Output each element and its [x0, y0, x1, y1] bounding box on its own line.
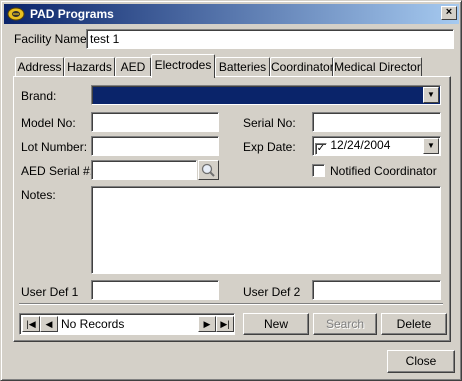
facility-name-field[interactable]: test 1 [86, 29, 454, 49]
user-def-1-label: User Def 1 [21, 285, 79, 299]
model-no-label: Model No: [21, 116, 76, 130]
aed-serial-field[interactable] [91, 160, 197, 180]
chevron-down-icon[interactable]: ▼ [423, 87, 439, 103]
pad-programs-window: PAD Programs × Facility Name: test 1 Add… [0, 0, 462, 381]
close-icon[interactable]: × [441, 6, 457, 20]
brand-select[interactable]: ▼ [91, 85, 441, 105]
search-button[interactable]: Search [313, 313, 377, 335]
notes-label: Notes: [21, 188, 56, 202]
exp-date-checkbox[interactable]: ✓ [315, 143, 327, 155]
tab-medical-director[interactable]: Medical Director [333, 57, 422, 77]
lot-number-label: Lot Number: [21, 140, 88, 154]
user-def-2-label: User Def 2 [243, 285, 301, 299]
tab-aed[interactable]: AED [115, 57, 151, 77]
new-button[interactable]: New [243, 313, 309, 335]
delete-button[interactable]: Delete [381, 313, 447, 335]
model-no-field[interactable] [91, 112, 219, 132]
exp-date-value: 12/24/2004 [330, 138, 391, 152]
tab-electrodes[interactable]: Electrodes [151, 54, 215, 78]
close-button[interactable]: Close [387, 350, 455, 373]
last-record-icon[interactable]: ▶| [216, 316, 234, 332]
chevron-down-icon[interactable]: ▼ [423, 138, 439, 154]
magnifier-icon [201, 163, 215, 177]
facility-name-label: Facility Name: [14, 32, 91, 46]
serial-no-field[interactable] [312, 112, 441, 132]
pad-app-icon [7, 7, 25, 21]
title-bar[interactable]: PAD Programs × [4, 4, 459, 24]
prev-record-icon[interactable]: ◀ [40, 316, 58, 332]
divider [19, 303, 443, 305]
user-def-1-field[interactable] [91, 280, 219, 300]
window-title: PAD Programs [30, 7, 114, 21]
exp-date-picker[interactable]: ✓ 12/24/2004 ▼ [312, 136, 441, 156]
aed-serial-lookup-button[interactable] [198, 160, 219, 180]
notified-coordinator-label: Notified Coordinator [330, 164, 437, 178]
next-record-icon[interactable]: ▶ [198, 316, 216, 332]
tab-address[interactable]: Address [15, 57, 64, 77]
brand-value [92, 86, 95, 100]
lot-number-field[interactable] [91, 136, 219, 156]
exp-date-label: Exp Date: [243, 140, 296, 154]
tab-batteries[interactable]: Batteries [215, 57, 270, 77]
tab-coordinator[interactable]: Coordinator [270, 57, 334, 77]
notified-coordinator-checkbox[interactable] [312, 164, 325, 177]
notes-textarea[interactable] [91, 186, 441, 274]
record-navigator: |◀ ◀ No Records ▶ ▶| [19, 313, 235, 335]
tab-hazards[interactable]: Hazards [64, 57, 115, 77]
serial-no-label: Serial No: [243, 116, 296, 130]
first-record-icon[interactable]: |◀ [22, 316, 40, 332]
user-def-2-field[interactable] [312, 280, 441, 300]
brand-label: Brand: [21, 89, 57, 103]
record-status: No Records [61, 317, 125, 331]
aed-serial-label: AED Serial #: [21, 164, 94, 178]
